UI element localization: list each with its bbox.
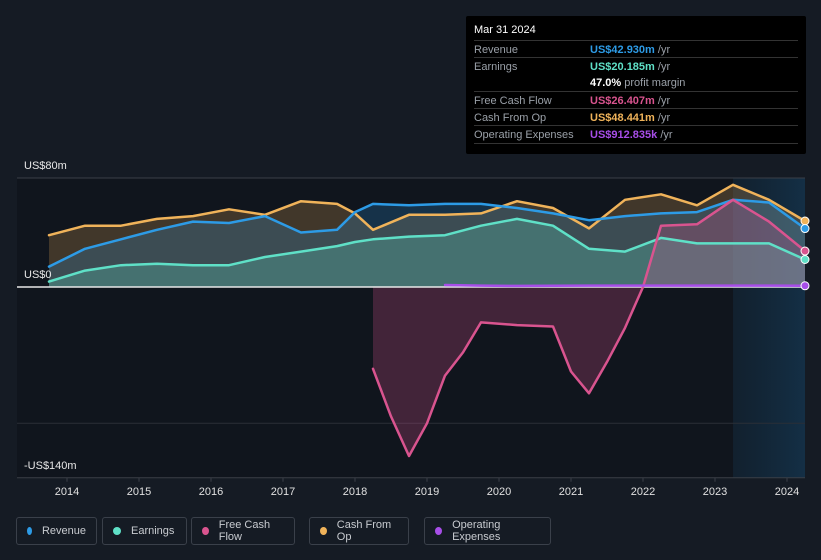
tooltip: Mar 31 2024 Revenue US$42.930m /yr Earni… [466,16,806,154]
x-tick-label-2018: 2018 [343,486,367,498]
tooltip-label: Cash From Op [474,112,547,124]
tooltip-label: Revenue [474,44,519,56]
tooltip-value: US$42.930m /yr [590,44,671,56]
tooltip-row-cash-from-op: Cash From Op US$48.441m /yr [474,108,798,126]
legend-label: Operating Expenses [452,519,501,543]
tooltip-value: US$20.185m /yr [590,61,671,73]
legend-item-operating-expenses[interactable]: Operating Expenses [424,517,551,545]
x-tick-label-2015: 2015 [127,486,151,498]
free-cash-flow-dot-icon [202,527,209,535]
tooltip-row-operating-expenses: Operating Expenses US$912.835k /yr [474,125,798,144]
tooltip-value: 47.0% profit margin [590,77,686,89]
operating-expenses-endpoint [800,281,810,291]
tooltip-date: Mar 31 2024 [474,24,536,36]
x-tick-label-2016: 2016 [199,486,223,498]
legend-item-free-cash-flow[interactable]: Free Cash Flow [191,517,295,545]
cash-from-op-endpoint [800,216,810,226]
operating-expenses-line [443,283,807,288]
tooltip-row-margin: 47.0% profit margin [474,74,798,91]
revenue-dot-icon [27,527,32,535]
revenue-endpoint [800,224,810,234]
y-tick-label-0: US$0 [24,269,52,281]
tooltip-row-free-cash-flow: Free Cash Flow US$26.407m /yr [474,91,798,109]
tooltip-row-revenue: Revenue US$42.930m /yr [474,40,798,58]
x-tick-label-2020: 2020 [487,486,511,498]
legend-label: Revenue [41,525,86,537]
x-tick-label-2019: 2019 [415,486,439,498]
cash-from-op-dot-icon [320,527,327,535]
operating-expenses-dot-icon [435,527,443,535]
earnings-dot-icon [113,527,121,535]
legend-label: Cash From Op [336,519,392,543]
tooltip-label: Operating Expenses [474,129,574,141]
x-tick-label-2024: 2024 [775,486,799,498]
tooltip-value: US$26.407m /yr [590,95,671,107]
legend-item-revenue[interactable]: Revenue [16,517,97,545]
x-tick-label-2023: 2023 [703,486,727,498]
x-tick-label-2021: 2021 [559,486,583,498]
earnings-endpoint [800,254,810,264]
free-cash-flow-endpoint [800,246,810,256]
tooltip-label: Earnings [474,61,518,73]
tooltip-value: US$912.835k /yr [590,129,673,141]
legend-item-cash-from-op[interactable]: Cash From Op [309,517,409,545]
tooltip-row-earnings: Earnings US$20.185m /yr [474,57,798,75]
x-tick-label-2022: 2022 [631,486,655,498]
y-tick-label-neg-140m: -US$140m [24,460,77,472]
tooltip-value: US$48.441m /yr [590,112,671,124]
x-tick-label-2014: 2014 [55,486,79,498]
x-tick-label-2017: 2017 [271,486,295,498]
y-tick-label-80m: US$80m [24,160,67,172]
legend-item-earnings[interactable]: Earnings [102,517,187,545]
legend-label: Free Cash Flow [218,519,271,543]
legend-label: Earnings [131,525,175,537]
tooltip-label: Free Cash Flow [474,95,552,107]
